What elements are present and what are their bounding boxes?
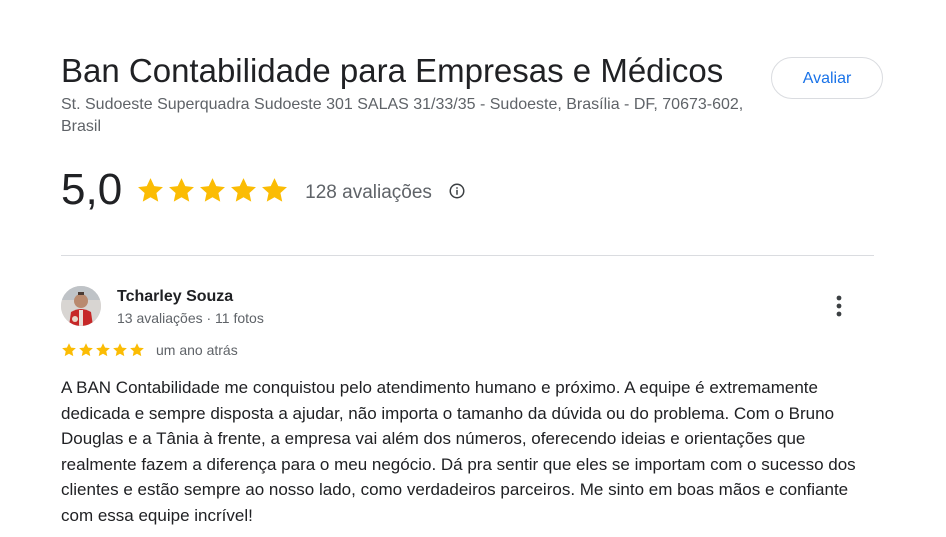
rate-button[interactable]: Avaliar [771,57,883,99]
review-text: A BAN Contabilidade me conquistou pelo a… [61,378,856,525]
star-icon [130,343,144,357]
divider [61,255,874,256]
avatar-photo [61,286,101,326]
review-count: 128 avaliações [305,182,432,203]
rating-summary: 5,0 128 avaliações [61,162,466,218]
more-vert-icon [836,295,842,317]
business-address: St. Sudoeste Superquadra Sudoeste 301 SA… [61,96,744,135]
reviewer-meta: 13 avaliações · 11 fotos [117,310,264,326]
star-icon [96,343,110,357]
rating-value: 5,0 [61,165,123,214]
star-icon [231,177,257,202]
business-name: Ban Contabilidade para Empresas e Médico… [61,52,724,89]
star-icon [113,343,127,357]
star-icon [200,177,226,202]
star-icon [169,177,195,202]
info-icon[interactable] [448,182,466,200]
review-stars [61,342,145,358]
star-icon [138,177,164,202]
more-options-button[interactable] [826,292,852,320]
avatar[interactable] [61,286,101,326]
reviewer-name[interactable]: Tcharley Souza [117,287,233,307]
review-date: um ano atrás [156,342,238,358]
review-rating-row: um ano atrás [61,342,238,358]
star-icon [62,343,76,357]
star-icon [262,177,288,202]
star-icon [79,343,93,357]
place-reviews-panel: Ban Contabilidade para Empresas e Médico… [0,0,946,537]
rating-stars [136,176,289,205]
